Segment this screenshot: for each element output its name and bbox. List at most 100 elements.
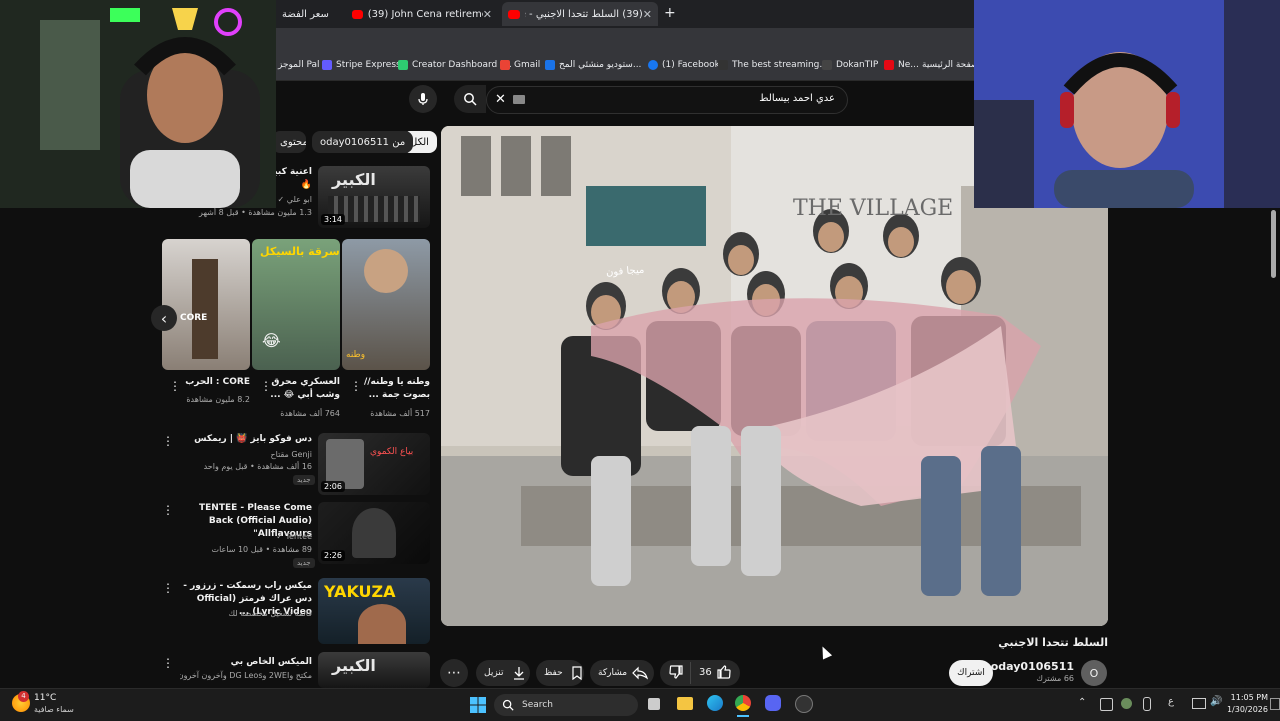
- tab-silver-price[interactable]: سعر الفضة: [276, 2, 346, 26]
- tab-current-video[interactable]: (39) السلط تتحدا الاجنبي - YouTube ✕: [502, 2, 658, 26]
- obs-icon[interactable]: [795, 695, 813, 713]
- bookmark-item[interactable]: The best streaming...: [718, 60, 828, 70]
- dislike-button[interactable]: [668, 664, 684, 683]
- chrome-icon[interactable]: [735, 695, 751, 711]
- bookmark-label: Creator Dashboard |...: [412, 60, 512, 70]
- download-button[interactable]: تنزيل: [476, 660, 530, 686]
- clear-search-icon[interactable]: ✕: [495, 92, 506, 107]
- bookmark-label: ستوديو منشئي المح...: [559, 60, 642, 70]
- bookmark-item[interactable]: Creator Dashboard |...: [398, 60, 512, 70]
- short-thumbnail[interactable]: CORE: [162, 239, 250, 370]
- taskbar-search[interactable]: Search: [494, 694, 638, 716]
- clock-date[interactable]: 1/30/2026: [1222, 705, 1268, 714]
- share-button[interactable]: مشاركة: [590, 660, 654, 686]
- bookmark-item[interactable]: Stripe Express: [322, 60, 401, 70]
- video-thumbnail[interactable]: 2:26: [318, 502, 430, 564]
- new-badge: جديد: [293, 475, 315, 485]
- more-actions-button[interactable]: ⋯: [440, 659, 468, 687]
- bookmark-item[interactable]: Ne...: [884, 60, 919, 70]
- task-view-icon[interactable]: [648, 698, 660, 710]
- chip-content[interactable]: محتوى: [272, 131, 306, 153]
- like-count: 36: [699, 667, 712, 678]
- more-options-icon[interactable]: ⋮: [162, 657, 174, 669]
- shorts-prev-button[interactable]: ‹: [151, 305, 177, 331]
- tray-app-icon[interactable]: [1121, 698, 1132, 709]
- channel-name[interactable]: Tentee ✓: [180, 531, 312, 543]
- bookmark-label: DokanTIP: [836, 60, 879, 70]
- discord-icon[interactable]: [765, 695, 781, 711]
- keyboard-icon[interactable]: [513, 95, 525, 104]
- bookmark-item[interactable]: الموجز Pal: [278, 60, 320, 70]
- thumbnail-face: [364, 249, 408, 293]
- search-input[interactable]: عدي احمد بيسالط: [759, 93, 835, 104]
- like-button[interactable]: [716, 664, 732, 683]
- search-button[interactable]: [454, 85, 486, 113]
- more-options-icon[interactable]: ⋮: [162, 504, 174, 516]
- file-explorer-icon[interactable]: [677, 697, 693, 710]
- chevron-up-icon[interactable]: ⌃: [1078, 697, 1086, 708]
- stripe-icon: [322, 60, 332, 70]
- playlist-thumbnail[interactable]: YAKUZA: [318, 578, 430, 644]
- short-title[interactable]: العسكري محرق وشب أبي 😂 ...: [266, 376, 340, 402]
- chip-from-channel[interactable]: من oday0106511: [312, 131, 414, 153]
- channel-name[interactable]: oday0106511: [990, 660, 1074, 673]
- close-tab-icon[interactable]: ✕: [643, 8, 652, 21]
- divider: [690, 662, 691, 684]
- input-language[interactable]: ع: [1168, 696, 1174, 707]
- clock-time[interactable]: 11:05 PM: [1228, 693, 1268, 702]
- tab-john-cena[interactable]: (39) John Cena retirement #wwe ✕: [346, 2, 498, 26]
- tray-app-icon[interactable]: [1100, 698, 1113, 711]
- search-box[interactable]: ✕ عدي احمد بيسالط: [486, 86, 848, 114]
- more-options-icon[interactable]: ⋮: [162, 435, 174, 447]
- video-thumbnail[interactable]: بياع الكموي 2:06: [318, 433, 430, 495]
- mix-title[interactable]: الميكس الخاص بي: [180, 656, 312, 669]
- guest-webcam-right: [974, 0, 1280, 208]
- bookmark-item[interactable]: ستوديو منشئي المح...: [545, 60, 641, 70]
- mouse-cursor-icon: [817, 644, 833, 660]
- bookmark-label: Ne...: [898, 60, 919, 70]
- more-options-icon[interactable]: ⋮: [260, 380, 272, 392]
- new-tab-button[interactable]: +: [664, 5, 676, 21]
- bookmark-item[interactable]: Gmail: [500, 60, 540, 70]
- close-tab-icon[interactable]: ✕: [483, 8, 492, 21]
- edge-icon[interactable]: [707, 695, 723, 711]
- thumbs-up-icon: [717, 665, 731, 679]
- chevron-left-icon: ‹: [160, 308, 168, 328]
- mix-thumbnail[interactable]: الكبير: [318, 652, 430, 688]
- video-thumbnail[interactable]: الكبير 3:14: [318, 166, 430, 228]
- more-options-icon[interactable]: ⋮: [169, 380, 181, 392]
- bookmark-item[interactable]: DokanTIP: [822, 60, 878, 70]
- page-scrollbar[interactable]: [1268, 208, 1280, 688]
- volume-icon[interactable]: 🔊: [1210, 696, 1222, 707]
- short-thumbnail[interactable]: وطنه: [342, 239, 430, 370]
- bookmark-item[interactable]: (1) Facebook: [648, 60, 720, 70]
- facebook-icon: [648, 60, 658, 70]
- notifications-icon[interactable]: [1270, 698, 1280, 710]
- share-icon: [632, 666, 649, 680]
- save-button[interactable]: حفظ: [536, 660, 584, 686]
- bookmark-label: The best streaming...: [732, 60, 828, 70]
- active-app-indicator: [737, 715, 749, 717]
- channel-name[interactable]: Genji مقتاح: [180, 449, 312, 461]
- more-options-icon[interactable]: ⋮: [350, 380, 362, 392]
- sign-text: THE VILLAGE: [793, 196, 954, 221]
- microphone-icon[interactable]: [1143, 697, 1151, 711]
- channel-avatar[interactable]: O: [1081, 660, 1107, 686]
- more-options-icon[interactable]: ⋮: [162, 582, 174, 594]
- playlist-subtitle: قائمة تشغيل مخصصة لك: [228, 609, 312, 618]
- start-button[interactable]: [470, 697, 486, 713]
- taskbar-search-placeholder: Search: [522, 700, 553, 710]
- microphone-icon: [418, 93, 428, 105]
- subscribe-button[interactable]: اشتراك: [949, 660, 993, 686]
- laughing-emoji-icon: 😂: [262, 331, 281, 350]
- short-title[interactable]: وطنه يا وطنه// بصوت جمة ...: [356, 376, 430, 402]
- video-title[interactable]: دس فوكو بايز 👹 | ريمكس: [180, 433, 312, 446]
- thumbnail-text: سرقة بالسيكل: [260, 245, 340, 258]
- short-title[interactable]: CORE : الحرب: [176, 376, 250, 389]
- search-icon: [502, 699, 514, 711]
- voice-search-button[interactable]: [409, 85, 437, 113]
- weather-desc: سماء صافية: [34, 705, 74, 714]
- short-thumbnail[interactable]: سرقة بالسيكل 😂: [252, 239, 340, 370]
- scrollbar-thumb[interactable]: [1271, 210, 1276, 278]
- network-icon[interactable]: [1192, 698, 1206, 709]
